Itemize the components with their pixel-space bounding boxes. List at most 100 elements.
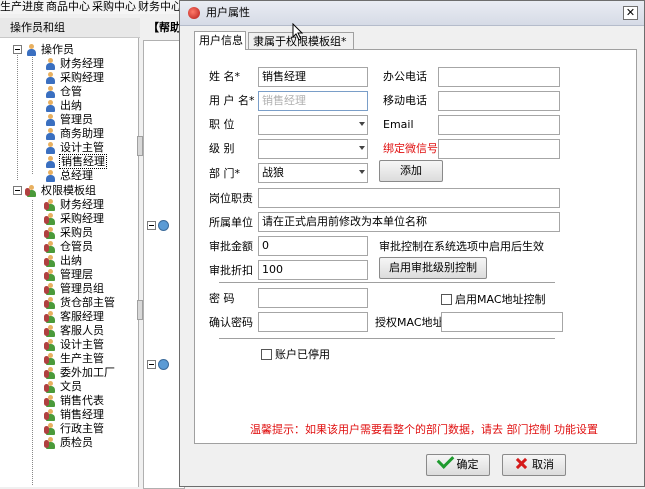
tab-user-info[interactable]: 用户信息 (194, 31, 246, 50)
close-button[interactable]: ✕ (623, 6, 638, 20)
tree-item-group[interactable]: 销售代表 (44, 394, 105, 407)
user-icon (44, 99, 57, 112)
tree-item-group[interactable]: 生产主管 (44, 352, 105, 365)
mobile-label: 移动电话 (383, 94, 427, 107)
tree-item-group[interactable]: 采购员 (44, 226, 94, 239)
globe-icon (158, 219, 169, 231)
menu-item-purchase[interactable]: 采购中心 (92, 0, 136, 13)
dialog-title-bar[interactable]: 用户属性 ✕ (180, 1, 644, 26)
add-button[interactable]: 添加 (379, 160, 443, 182)
collapse-icon[interactable] (147, 359, 156, 369)
unit-field[interactable]: 请在正式启用前修改为本单位名称 (258, 212, 560, 232)
user-icon (44, 155, 57, 168)
tree-item-group[interactable]: 货仓部主管 (44, 296, 116, 309)
user-info-panel: 姓 名* 销售经理 用 户 名* 销售经理 职 位 级 别 部 门* 战狼 办公… (194, 49, 637, 444)
group-icon (44, 212, 57, 225)
menu-item-production[interactable]: 生产进度 (0, 0, 44, 13)
group-icon (44, 310, 57, 323)
tree-item-group[interactable]: 采购经理 (44, 212, 105, 225)
position-select[interactable] (258, 115, 368, 135)
splitter-handle[interactable] (137, 136, 143, 156)
mid-tree-node[interactable] (147, 218, 169, 232)
chevron-down-icon (359, 170, 365, 174)
tree-item-group[interactable]: 仓管员 (44, 240, 94, 253)
tree-root-groups[interactable]: 权限模板组 (13, 184, 97, 197)
tree-item-group[interactable]: 管理层 (44, 268, 94, 281)
discount-field[interactable]: 100 (258, 260, 368, 280)
menu-item-goods[interactable]: 商品中心 (46, 0, 90, 13)
tree-item-group[interactable]: 客服经理 (44, 310, 105, 323)
name-label: 姓 名* (209, 70, 240, 83)
tree-root-operators[interactable]: 操作员 (13, 43, 75, 56)
group-icon (44, 408, 57, 421)
ok-button[interactable]: 确定 (426, 451, 490, 476)
password-field[interactable] (258, 288, 368, 308)
level-select[interactable] (258, 139, 368, 159)
email-label: Email (383, 118, 414, 131)
group-icon (44, 352, 57, 365)
user-icon (25, 43, 38, 56)
dept-select[interactable]: 战狼 (258, 163, 368, 183)
office-phone-field[interactable] (438, 67, 560, 87)
confirm-password-label: 确认密码 (209, 316, 253, 329)
tree-item-operator[interactable]: 采购经理 (44, 71, 105, 84)
account-disabled-checkbox[interactable]: 账户已停用 (261, 346, 330, 362)
tree-item-group[interactable]: 客服人员 (44, 324, 105, 337)
position-label: 职 位 (209, 118, 235, 131)
tree-item-operator[interactable]: 总经理 (44, 169, 94, 182)
mac-address-label: 授权MAC地址 (375, 316, 444, 329)
hint-text: 温馨提示：如果该用户需要看整个的部门数据，请去 部门控制 功能设置 (250, 423, 598, 436)
confirm-password-field[interactable] (258, 312, 368, 332)
tree-item-operator[interactable]: 商务助理 (44, 127, 105, 140)
office-phone-label: 办公电话 (383, 70, 427, 83)
tree-item-operator[interactable]: 仓管 (44, 85, 83, 98)
wechat-field[interactable] (438, 139, 560, 159)
user-icon (44, 85, 57, 98)
enable-level-control-button[interactable]: 启用审批级别控制 (379, 257, 487, 279)
amount-field[interactable]: 0 (258, 236, 368, 256)
user-properties-dialog: 用户属性 ✕ 用户信息 隶属于权限模板组* 姓 名* 销售经理 用 户 名* 销… (179, 0, 645, 487)
mid-tree-node[interactable] (147, 357, 169, 371)
tree-item-operator[interactable]: 管理员 (44, 113, 94, 126)
collapse-icon[interactable] (13, 45, 22, 54)
tree-item-group[interactable]: 文员 (44, 380, 83, 393)
tree-item-operator[interactable]: 出纳 (44, 99, 83, 112)
user-icon (44, 57, 57, 70)
tree-item-group[interactable]: 销售经理 (44, 408, 105, 421)
group-icon (44, 366, 57, 379)
user-icon (44, 113, 57, 126)
amount-label: 审批金额 (209, 240, 253, 253)
checkbox-icon[interactable] (261, 348, 272, 360)
checkbox-icon[interactable] (441, 293, 452, 305)
discount-label: 审批折扣 (209, 264, 253, 277)
tree-item-group[interactable]: 委外加工厂 (44, 366, 116, 379)
chevron-down-icon (359, 122, 365, 126)
splitter-handle[interactable] (137, 300, 143, 320)
collapse-icon[interactable] (147, 220, 156, 230)
cancel-button[interactable]: 取消 (502, 454, 566, 476)
wechat-label: 绑定微信号 (383, 142, 438, 155)
tree-item-group[interactable]: 出纳 (44, 254, 83, 267)
tree-item-group[interactable]: 管理员组 (44, 282, 105, 295)
email-field[interactable] (438, 115, 560, 135)
duty-field[interactable] (258, 188, 560, 208)
menu-item-finance[interactable]: 财务中心 (138, 0, 182, 13)
tree-item-group[interactable]: 财务经理 (44, 198, 105, 211)
duty-label: 岗位职责 (209, 192, 253, 205)
username-field[interactable]: 销售经理 (258, 91, 368, 111)
mac-address-field[interactable] (441, 312, 563, 332)
collapse-icon[interactable] (13, 186, 22, 195)
operator-tree[interactable]: 操作员 财务经理 采购经理 仓管 出纳 管理员 商务助理 设计主管 销售经理 总… (0, 38, 139, 487)
dept-label: 部 门* (209, 167, 240, 180)
tree-item-group[interactable]: 行政主管 (44, 422, 105, 435)
tree-item-group[interactable]: 设计主管 (44, 338, 105, 351)
tree-item-operator[interactable]: 设计主管 (44, 141, 105, 154)
mobile-field[interactable] (438, 91, 560, 111)
tree-item-group[interactable]: 质检员 (44, 436, 94, 449)
name-field[interactable]: 销售经理 (258, 67, 368, 87)
tree-item-operator-selected[interactable]: 销售经理 (44, 154, 107, 169)
tree-item-operator[interactable]: 财务经理 (44, 57, 105, 70)
enable-mac-checkbox[interactable]: 启用MAC地址控制 (441, 291, 546, 307)
group-icon (44, 394, 57, 407)
group-icon (44, 198, 57, 211)
